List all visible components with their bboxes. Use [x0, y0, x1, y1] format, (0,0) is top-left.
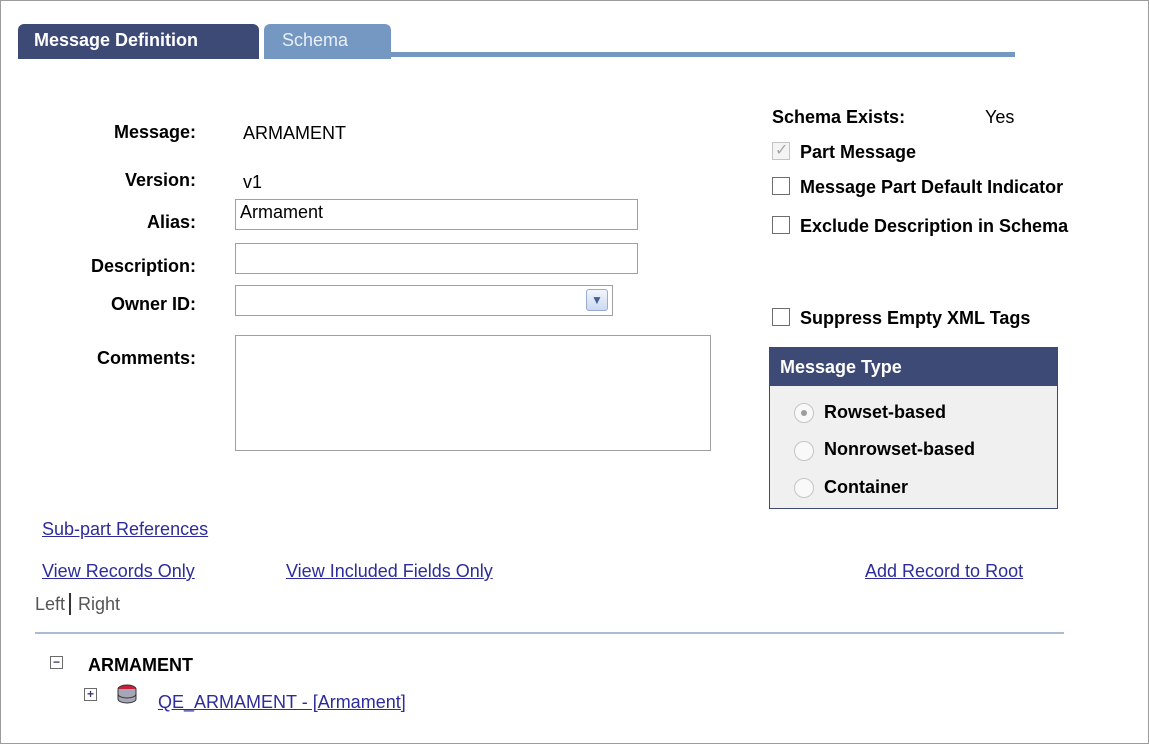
message-part-default-checkbox[interactable] [772, 177, 790, 195]
add-record-to-root-link[interactable]: Add Record to Root [865, 561, 1023, 582]
comments-label: Comments: [96, 348, 196, 368]
part-message-checkbox[interactable]: ✓ [772, 142, 790, 160]
message-label: Message: [113, 122, 196, 142]
collapse-icon[interactable]: − [50, 656, 63, 669]
version-label: Version: [124, 170, 196, 190]
radio-label-rowset: Rowset-based [824, 402, 947, 422]
chevron-down-icon[interactable]: ▼ [586, 289, 608, 311]
tree-child-link[interactable]: QE_ARMAMENT - [Armament] [158, 692, 406, 713]
radio-rowset-based[interactable] [794, 403, 814, 423]
alias-label: Alias: [146, 212, 196, 232]
message-value: ARMAMENT [243, 123, 346, 143]
part-message-label: Part Message [800, 142, 917, 162]
message-type-group: Message Type Rowset-based Nonrowset-base… [769, 347, 1058, 509]
owner-id-label: Owner ID: [110, 294, 196, 314]
radio-label-nonrowset: Nonrowset-based [824, 439, 976, 459]
view-included-fields-link[interactable]: View Included Fields Only [286, 561, 493, 582]
expand-icon[interactable]: + [84, 688, 97, 701]
owner-id-select[interactable]: ▼ [235, 285, 613, 316]
radio-label-container: Container [824, 477, 909, 497]
left-toggle[interactable]: Left [35, 594, 65, 615]
comments-textarea[interactable] [235, 335, 711, 451]
schema-exists-label: Schema Exists: [772, 107, 906, 127]
tree-root-node: ARMAMENT [88, 655, 193, 675]
separator [69, 593, 71, 615]
message-part-default-label: Message Part Default Indicator [800, 177, 1064, 197]
exclude-description-label: Exclude Description in Schema [800, 216, 1069, 236]
tab-schema[interactable]: Schema [264, 24, 391, 59]
tab-underline [388, 52, 1015, 57]
alias-input[interactable]: Armament [235, 199, 638, 230]
description-input[interactable] [235, 243, 638, 274]
sub-part-references-link[interactable]: Sub-part References [42, 519, 208, 540]
radio-nonrowset-based[interactable] [794, 441, 814, 461]
check-icon: ✓ [775, 142, 789, 159]
message-type-header: Message Type [770, 348, 1057, 386]
divider [35, 632, 1064, 634]
right-toggle[interactable]: Right [78, 594, 120, 615]
radio-container[interactable] [794, 478, 814, 498]
radio-selected-dot [801, 410, 807, 416]
suppress-empty-xml-label: Suppress Empty XML Tags [800, 308, 1031, 328]
suppress-empty-xml-checkbox[interactable] [772, 308, 790, 326]
version-value: v1 [243, 172, 263, 192]
tab-message-definition[interactable]: Message Definition [18, 24, 259, 59]
schema-exists-value: Yes [985, 107, 1015, 127]
description-label: Description: [90, 256, 196, 276]
exclude-description-checkbox[interactable] [772, 216, 790, 234]
view-records-only-link[interactable]: View Records Only [42, 561, 195, 582]
database-icon [117, 684, 137, 704]
